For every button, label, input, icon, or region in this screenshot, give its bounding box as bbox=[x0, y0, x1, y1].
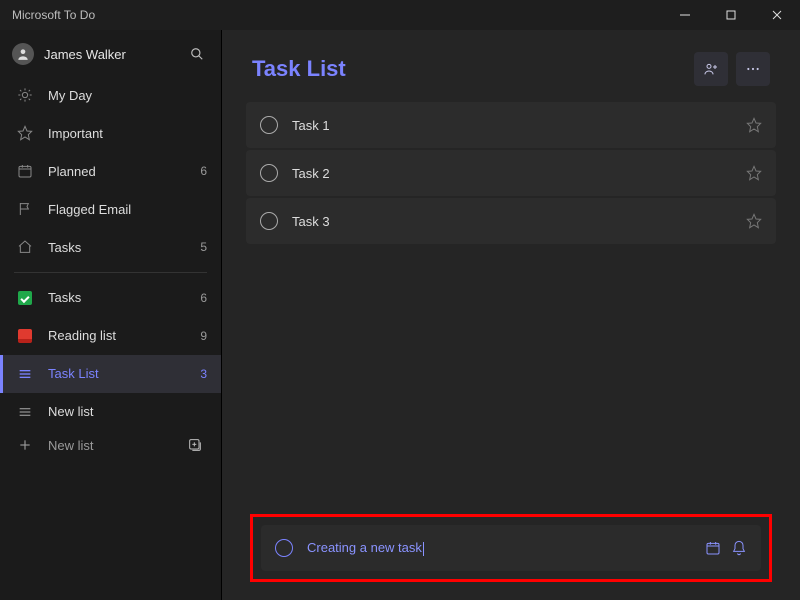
complete-toggle[interactable] bbox=[260, 116, 278, 134]
sidebar-item-count: 6 bbox=[200, 291, 207, 305]
maximize-button[interactable] bbox=[708, 0, 754, 30]
complete-toggle[interactable] bbox=[260, 212, 278, 230]
sidebar-item-important[interactable]: Important bbox=[0, 114, 221, 152]
task-star-button[interactable] bbox=[746, 213, 762, 229]
complete-toggle[interactable] bbox=[260, 164, 278, 182]
task-label: Task 1 bbox=[292, 118, 746, 133]
sidebar-item-flagged[interactable]: Flagged Email bbox=[0, 190, 221, 228]
red-book-icon bbox=[16, 329, 34, 343]
flag-icon bbox=[16, 201, 34, 217]
sidebar-smart-lists: My Day Important Planned 6 bbox=[0, 76, 221, 266]
list-icon bbox=[16, 404, 34, 420]
sidebar: James Walker My Day Important bbox=[0, 30, 222, 600]
task-star-button[interactable] bbox=[746, 117, 762, 133]
user-row[interactable]: James Walker bbox=[0, 30, 221, 76]
add-task-bar[interactable]: Creating a new task bbox=[261, 525, 761, 571]
task-label: Task 3 bbox=[292, 214, 746, 229]
add-task-input[interactable]: Creating a new task bbox=[307, 540, 705, 556]
sidebar-item-tasks[interactable]: Tasks 5 bbox=[0, 228, 221, 266]
sidebar-item-label: New list bbox=[48, 404, 207, 419]
search-button[interactable] bbox=[185, 42, 209, 66]
sidebar-item-planned[interactable]: Planned 6 bbox=[0, 152, 221, 190]
green-check-icon bbox=[16, 291, 34, 305]
new-list-row[interactable]: New list bbox=[0, 431, 221, 460]
user-name: James Walker bbox=[44, 47, 185, 62]
sidebar-item-label: My Day bbox=[48, 88, 207, 103]
sidebar-item-label: Important bbox=[48, 126, 207, 141]
sidebar-item-label: Tasks bbox=[48, 290, 200, 305]
sidebar-custom-lists: Tasks 6 Reading list 9 Task List 3 New l… bbox=[0, 279, 221, 431]
set-reminder-button[interactable] bbox=[731, 540, 747, 556]
share-button[interactable] bbox=[694, 52, 728, 86]
sidebar-item-label: Task List bbox=[48, 366, 200, 381]
task-row[interactable]: Task 2 bbox=[246, 150, 776, 196]
sidebar-item-label: Reading list bbox=[48, 328, 200, 343]
plus-icon bbox=[16, 438, 34, 452]
new-list-label: New list bbox=[48, 438, 183, 453]
sidebar-item-label: Tasks bbox=[48, 240, 200, 255]
sidebar-item-myday[interactable]: My Day bbox=[0, 76, 221, 114]
minimize-button[interactable] bbox=[662, 0, 708, 30]
task-row[interactable]: Task 1 bbox=[246, 102, 776, 148]
task-star-button[interactable] bbox=[746, 165, 762, 181]
list-title[interactable]: Task List bbox=[252, 56, 686, 82]
add-task-highlight: Creating a new task bbox=[250, 514, 772, 582]
sidebar-item-count: 6 bbox=[200, 164, 207, 178]
sidebar-item-count: 9 bbox=[200, 329, 207, 343]
set-due-date-button[interactable] bbox=[705, 540, 721, 556]
sidebar-item-label: Planned bbox=[48, 164, 200, 179]
sidebar-item-count: 3 bbox=[200, 367, 207, 381]
sidebar-divider bbox=[14, 272, 207, 273]
star-icon bbox=[16, 125, 34, 141]
sidebar-list-newlist[interactable]: New list bbox=[0, 393, 221, 431]
sidebar-list-reading[interactable]: Reading list 9 bbox=[0, 317, 221, 355]
main-header: Task List bbox=[222, 30, 800, 102]
task-row[interactable]: Task 3 bbox=[246, 198, 776, 244]
task-list: Task 1 Task 2 Task 3 bbox=[222, 102, 800, 244]
sidebar-list-tasks[interactable]: Tasks 6 bbox=[0, 279, 221, 317]
main-panel: Task List Task 1 Task 2 bbox=[222, 30, 800, 600]
add-task-circle-icon bbox=[275, 539, 293, 557]
close-button[interactable] bbox=[754, 0, 800, 30]
avatar bbox=[12, 43, 34, 65]
add-task-value: Creating a new task bbox=[307, 540, 422, 555]
sidebar-list-tasklist[interactable]: Task List 3 bbox=[0, 355, 221, 393]
new-group-button[interactable] bbox=[183, 433, 207, 457]
sun-icon bbox=[16, 87, 34, 103]
sidebar-item-count: 5 bbox=[200, 240, 207, 254]
task-label: Task 2 bbox=[292, 166, 746, 181]
text-cursor bbox=[423, 542, 424, 556]
list-icon bbox=[16, 366, 34, 382]
window-titlebar: Microsoft To Do bbox=[0, 0, 800, 30]
add-task-trailing bbox=[705, 540, 747, 556]
home-icon bbox=[16, 239, 34, 255]
window-controls bbox=[662, 0, 800, 30]
window-title: Microsoft To Do bbox=[12, 8, 95, 22]
sidebar-item-label: Flagged Email bbox=[48, 202, 207, 217]
list-options-button[interactable] bbox=[736, 52, 770, 86]
calendar-icon bbox=[16, 163, 34, 179]
